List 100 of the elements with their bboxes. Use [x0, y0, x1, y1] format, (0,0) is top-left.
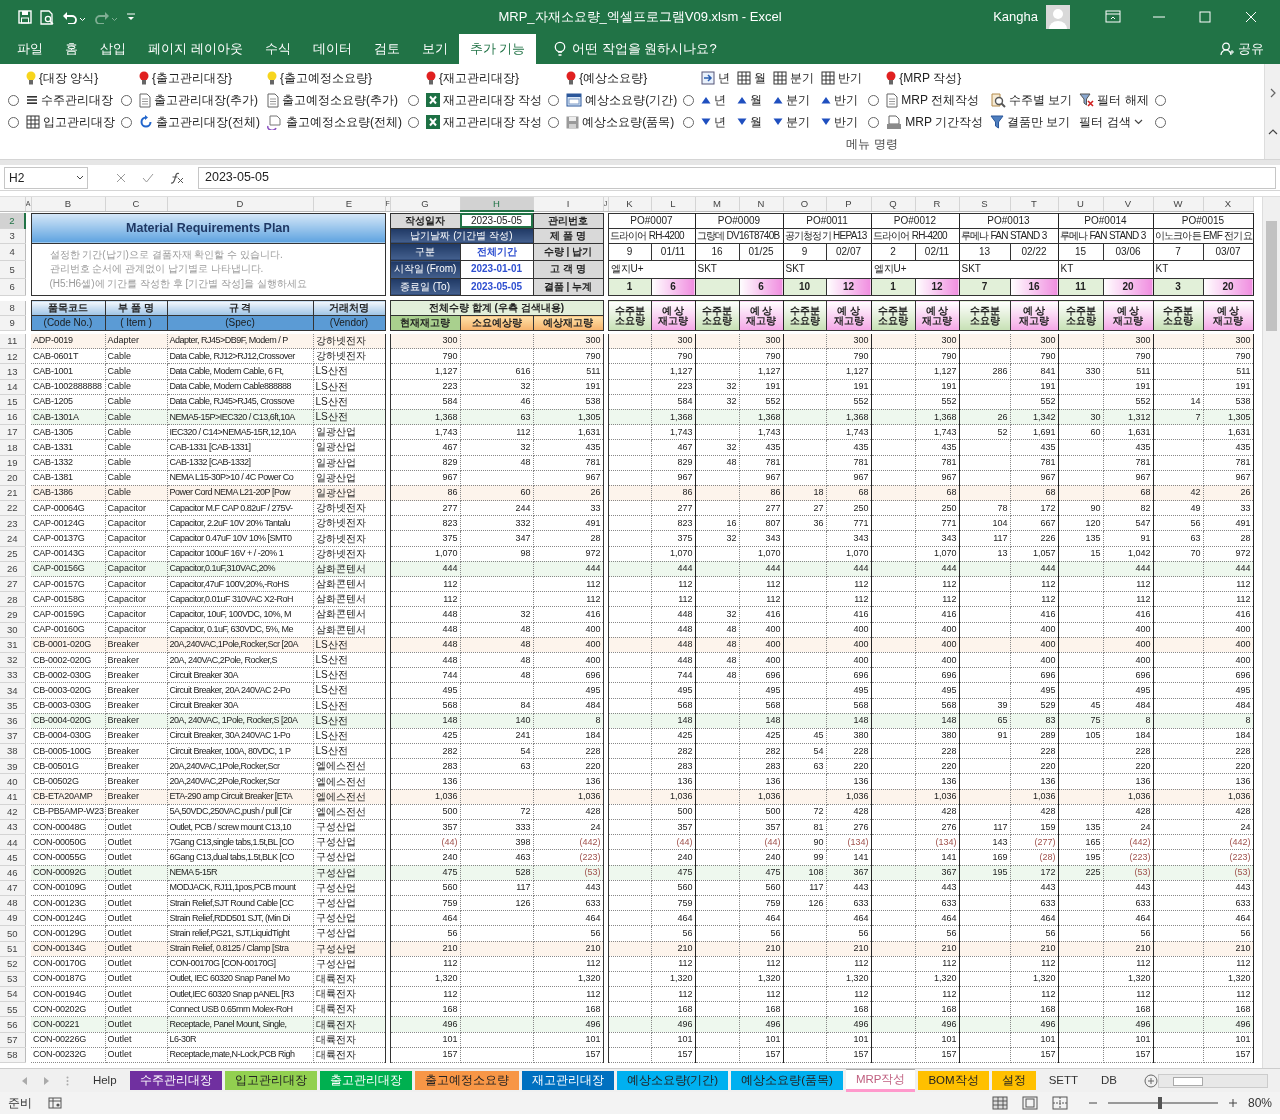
ribbon-button[interactable]: 출고관리대장(전체) — [138, 112, 261, 132]
ribbon-button[interactable]: 년 — [700, 68, 732, 88]
table-cell: 63 — [783, 758, 826, 774]
ribbon-button[interactable]: 수주별 보기 — [989, 90, 1074, 110]
ribbon-button[interactable]: 재고관리대장 작성 — [425, 90, 544, 110]
ribbon-button[interactable]: 출고예정소요량(전체) — [266, 112, 403, 132]
ribbon-tab[interactable]: 파일 — [6, 34, 54, 64]
column-header[interactable]: L — [651, 197, 695, 211]
ribbon-button[interactable]: 재고관리대장 작성 — [425, 112, 544, 132]
column-header[interactable]: U — [1058, 197, 1103, 211]
sheet-tab[interactable]: SETT — [1038, 1071, 1089, 1090]
column-header[interactable]: X — [1203, 197, 1253, 211]
name-box[interactable]: H2 — [4, 166, 88, 189]
sheet-tab[interactable]: 재고관리대장 — [521, 1071, 614, 1090]
sheet-tab[interactable]: Help — [82, 1071, 127, 1090]
column-header[interactable]: D — [167, 197, 313, 211]
ribbon-button[interactable]: {출고예정소요량} — [266, 68, 373, 88]
ribbon-button[interactable]: 분기 — [772, 112, 812, 132]
table-cell: (53) — [1103, 865, 1153, 881]
ribbon-tab[interactable]: 페이지 레이아웃 — [137, 34, 254, 64]
ribbon-button[interactable]: 월 — [736, 68, 768, 88]
ribbon-tab[interactable]: 삽입 — [89, 34, 137, 64]
column-header[interactable]: H — [460, 197, 533, 211]
column-header[interactable]: I — [533, 197, 603, 211]
table-cell: 1,036 — [1103, 789, 1153, 805]
sheet-tab[interactable]: 입고관리대장 — [224, 1071, 317, 1090]
ribbon-button[interactable]: {MRP 작성} — [885, 68, 963, 88]
ribbon-button[interactable]: {출고관리대장} — [138, 68, 233, 88]
ribbon-tab[interactable]: 홈 — [54, 34, 89, 64]
table-cell: 444 — [739, 561, 783, 577]
ribbon-button[interactable]: {재고관리대장} — [425, 68, 520, 88]
ribbon-button[interactable]: 입고관리대장 — [25, 112, 116, 132]
ribbon-button[interactable]: 반기 — [820, 112, 860, 132]
sheet-tab[interactable]: 출고예정소요량 — [414, 1071, 519, 1090]
column-header[interactable]: C — [105, 197, 167, 211]
ribbon-button[interactable]: {예상소요량} — [565, 68, 649, 88]
ribbon-button[interactable]: 출고예정소요량(추가) — [266, 90, 399, 110]
column-header[interactable]: B — [31, 197, 105, 211]
ribbon-button[interactable]: MRP 기간작성 — [885, 112, 985, 132]
ribbon-button[interactable]: 월 — [736, 90, 764, 110]
table-cell: (44) — [739, 834, 783, 850]
share-button[interactable]: 공유 — [1214, 34, 1270, 64]
ribbon-button[interactable]: 예상소요량(기간) — [565, 90, 679, 110]
ribbon-button[interactable]: 월 — [736, 112, 764, 132]
column-header[interactable]: T — [1010, 197, 1058, 211]
table-cell: CAB-1002888888 — [31, 379, 105, 395]
ribbon-button[interactable]: 분기 — [772, 90, 812, 110]
column-header[interactable]: M — [695, 197, 739, 211]
ribbon-button[interactable]: 출고관리대장(추가) — [138, 90, 259, 110]
sheet-tab[interactable]: 예상소요량(기간) — [616, 1071, 729, 1090]
sheet-tab[interactable]: BOM작성 — [918, 1071, 989, 1090]
ribbon-button[interactable]: 필터 검색 — [1078, 112, 1144, 132]
ribbon-tab[interactable]: 추가 기능 — [458, 34, 537, 64]
ribbon-button[interactable]: 예상소요량(품목) — [565, 112, 676, 132]
ribbon-tab[interactable]: 데이터 — [301, 34, 363, 64]
ribbon-button[interactable]: 분기 — [772, 68, 816, 88]
column-header[interactable]: S — [959, 197, 1010, 211]
ribbon-tab[interactable]: 검토 — [362, 34, 411, 64]
sheet-tab[interactable]: DB — [1091, 1071, 1127, 1090]
table-cell: CB-0003-020G — [31, 682, 105, 698]
sheet-tab[interactable]: MRP작성 — [845, 1069, 916, 1092]
sheet-tab[interactable]: 설정 — [991, 1071, 1036, 1090]
column-header[interactable]: Q — [871, 197, 915, 211]
table-cell: 511 — [1103, 363, 1153, 380]
ribbon-button[interactable]: 필터 해제 — [1078, 90, 1150, 110]
ribbon-button[interactable]: 수주관리대장 — [25, 90, 114, 110]
formula-input[interactable]: 2023-05-05 — [198, 166, 1276, 189]
column-header[interactable]: N — [739, 197, 783, 211]
column-header[interactable]: W — [1153, 197, 1203, 211]
ribbon-button[interactable]: MRP 전체작성 — [885, 90, 981, 110]
table-cell: 528 — [460, 865, 533, 881]
ribbon-button[interactable]: 반기 — [820, 90, 860, 110]
sheet-tab[interactable]: 예상소요량(품목) — [731, 1071, 843, 1090]
table-cell: 1,631 — [533, 424, 603, 440]
column-header[interactable]: O — [783, 197, 826, 211]
table-cell: 496 — [1010, 1016, 1058, 1033]
column-header[interactable]: E — [313, 197, 385, 211]
column-header[interactable]: P — [826, 197, 871, 211]
table-cell: 790 — [533, 348, 603, 364]
table-cell: 148 — [651, 713, 695, 729]
table-cell: 495 — [1203, 682, 1253, 698]
column-header[interactable]: K — [608, 197, 651, 211]
column-header[interactable]: V — [1103, 197, 1153, 211]
ribbon-tab[interactable]: 수식 — [253, 34, 302, 64]
table-cell: 282 — [651, 743, 695, 759]
sheet-tab[interactable]: 수주관리대장 — [129, 1071, 222, 1090]
column-title: 예 상 재고량 — [1010, 300, 1058, 331]
ribbon-button[interactable]: 년 — [700, 90, 728, 110]
table-cell: CAP-00064G — [31, 500, 105, 516]
column-header[interactable]: G — [390, 197, 460, 211]
tell-me-search[interactable]: 어떤 작업을 원하시나요? — [548, 34, 723, 64]
ribbon-button[interactable]: 년 — [700, 112, 728, 132]
row-header[interactable]: 2 — [0, 213, 25, 228]
ribbon-button[interactable]: 결품만 보기 — [989, 112, 1072, 132]
product-name: 공기청정기 HEPA13 — [783, 228, 871, 243]
ribbon-tab[interactable]: 보기 — [410, 34, 459, 64]
table-cell: 759 — [739, 895, 783, 911]
column-header[interactable]: R — [915, 197, 959, 211]
ribbon-button[interactable]: {대장 양식} — [25, 68, 100, 88]
ribbon-button[interactable]: 반기 — [820, 68, 864, 88]
